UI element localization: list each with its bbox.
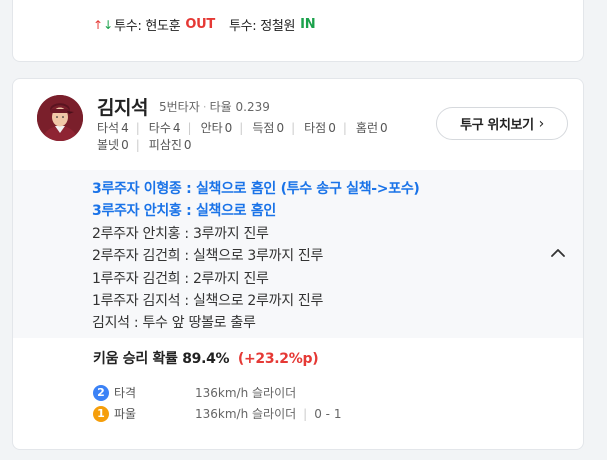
batting-average: 0.239 — [235, 100, 270, 114]
out-role: 투수: — [114, 19, 142, 34]
substitution-arrows-icon: ↑ ↓ — [93, 17, 113, 32]
stat-value: 4 — [172, 121, 181, 135]
play-event: 2루주자 안치홍 : 3루까지 진루 — [92, 225, 269, 242]
stat-bb: 볼넷 0 | — [97, 138, 140, 152]
stat-pa: 타석 4 | — [97, 121, 140, 135]
play-events-panel: 3루주자 이형종 : 실책으로 홈인 (투수 송구 실책->포수) 3루주자 안… — [13, 170, 583, 338]
pitch-speed-type: 136km/h 슬라이더 — [195, 386, 297, 400]
win-probability: 키움 승리 확률 89.4% (+23.2%p) — [93, 348, 319, 368]
win-probability-label: 키움 승리 확률 — [93, 351, 178, 367]
pitch-result: 파울 — [114, 407, 137, 421]
player-photo-icon — [37, 95, 83, 141]
play-event: 김지석 : 투수 앞 땅볼로 출루 — [92, 315, 256, 332]
out-tag: OUT — [185, 17, 215, 32]
play-event: 1루주자 김지석 : 실책으로 2루까지 진루 — [92, 293, 324, 310]
pitch-location-button[interactable]: 투구 위치보기 › — [436, 107, 568, 140]
pitch-number-badge: 2 — [93, 384, 109, 401]
pitch-result: 타격 — [114, 386, 137, 400]
avg-label: 타율 — [209, 100, 232, 114]
in-tag: IN — [300, 17, 316, 32]
stat-label: 득점 — [252, 121, 275, 135]
win-probability-value: 89.4% — [182, 351, 230, 367]
stat-label: 타점 — [304, 121, 327, 135]
pitch-count: 0 - 1 — [314, 406, 342, 421]
batter-meta: 5번타자 · 타율 0.239 — [159, 100, 270, 114]
substitution-card: ↑ ↓ 투수: 현도훈 OUT 투수: 정철원 IN — [12, 0, 584, 62]
chevron-up-icon[interactable] — [549, 244, 567, 262]
in-player: 정철원 — [260, 19, 296, 34]
pitch-speed-type: 136km/h 슬라이더 — [195, 407, 297, 421]
stat-label: 타수 — [148, 121, 171, 135]
divider: | — [303, 406, 308, 421]
out-player: 현도훈 — [145, 19, 181, 34]
win-probability-delta: (+23.2%p) — [237, 351, 319, 367]
stat-label: 피삼진 — [148, 138, 182, 152]
play-event: 3루주자 이형종 : 실책으로 홈인 (투수 송구 실책->포수) — [92, 181, 420, 197]
stat-runs: 득점 0 | — [252, 121, 296, 135]
stat-label: 홈런 — [355, 121, 378, 135]
stat-hits: 안타 0 | — [200, 121, 244, 135]
chevron-right-icon: › — [538, 115, 545, 132]
batter-name: 김지석 — [97, 97, 148, 119]
pitch-location-label: 투구 위치보기 — [460, 118, 534, 133]
stat-so: 피삼진 0 — [149, 137, 192, 154]
stat-rbi: 타점 0 | — [304, 121, 347, 135]
substitution-row: ↑ ↓ 투수: 현도훈 OUT 투수: 정철원 IN — [93, 15, 316, 34]
stat-value: 4 — [121, 121, 129, 135]
in-role: 투수: — [228, 19, 257, 34]
stat-ab: 타수 4 | — [148, 121, 192, 135]
stat-value: 0 — [328, 121, 336, 135]
play-events-list: 3루주자 이형종 : 실책으로 홈인 (투수 송구 실책->포수) 3루주자 안… — [92, 178, 420, 335]
batter-stats: 타석 4 | 타수 4 | 안타 0 | 득점 0 | 타점 0 | 홈런 0 볼넷 0 | 피삼진 0 — [97, 120, 427, 154]
at-bat-card: 김지석 5번타자 · 타율 0.239 타석 4 | 타수 4 | 안타 0 | 득점 0 | 타점 0 | 홈런… — [12, 78, 584, 450]
batting-order: 5번타자 — [159, 100, 200, 114]
stat-value: 0 — [276, 121, 285, 135]
play-event: 1루주자 김건희 : 2루까지 진루 — [92, 270, 269, 287]
stat-label: 타석 — [97, 121, 120, 135]
stat-value: 0 — [121, 138, 129, 152]
stat-label: 안타 — [200, 121, 223, 135]
stat-hr: 홈런 0 — [356, 120, 388, 137]
play-event: 2루주자 김건희 : 실책으로 3루까지 진루 — [92, 248, 324, 265]
stat-value: 0 — [183, 138, 192, 152]
pitch-row: 2 타격 136km/h 슬라이더 — [93, 384, 296, 401]
stat-label: 볼넷 — [97, 138, 120, 152]
stat-value: 0 — [224, 121, 233, 135]
player-avatar — [37, 95, 83, 141]
pitch-number-badge: 1 — [93, 405, 109, 422]
stat-value: 0 — [380, 121, 388, 135]
pitch-row: 1 파울 136km/h 슬라이더 | 0 - 1 — [93, 405, 341, 422]
play-event: 3루주자 안치홍 : 실책으로 홈인 — [92, 203, 276, 220]
